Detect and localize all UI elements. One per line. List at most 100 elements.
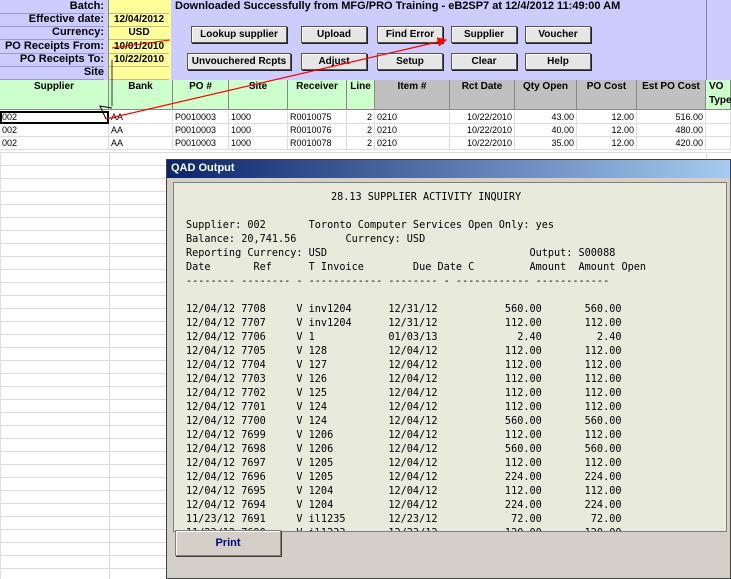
cell-item-number[interactable]: 0210 <box>375 124 450 137</box>
balance-line: Balance: 20,741.56 Currency: USD <box>186 234 426 245</box>
cell-po-cost[interactable]: 12.00 <box>577 111 637 124</box>
cell-receiver[interactable]: R0010078 <box>288 137 347 150</box>
supplier-info-line: Supplier: 002 Toronto Computer Services … <box>186 220 555 231</box>
cell-bank[interactable]: AA <box>109 124 173 137</box>
right-panel-strip <box>706 0 731 80</box>
report-row: 12/04/12 7703 V 126 12/04/12 112.00 112.… <box>186 374 622 385</box>
cell-qty-open[interactable]: 43.00 <box>515 111 577 124</box>
cell-item-number[interactable]: 0210 <box>375 137 450 150</box>
report-row: 12/04/12 7702 V 125 12/04/12 112.00 112.… <box>186 388 622 399</box>
currency-field[interactable]: USD <box>109 26 169 40</box>
cell-vo-type[interactable] <box>706 137 731 150</box>
po-receipts-from-field[interactable]: 10/01/2010 <box>109 40 169 54</box>
po-receipts-to-label: PO Receipts To: <box>0 53 104 67</box>
cell-est-po-cost[interactable]: 480.00 <box>637 124 706 137</box>
effective-date-field[interactable]: 12/04/2012 <box>109 13 169 27</box>
po-receipts-to-field[interactable]: 10/22/2010 <box>109 53 169 67</box>
cell-receiver[interactable]: R0010075 <box>288 111 347 124</box>
po-receipts-from-label: PO Receipts From: <box>0 40 104 54</box>
toolbar: Downloaded Successfully from MFG/PRO Tra… <box>171 0 706 80</box>
cell-site[interactable]: 1000 <box>229 111 288 124</box>
report-row: 12/04/12 7706 V 1 01/03/13 2.40 2.40 <box>186 332 622 343</box>
cell-supplier[interactable]: 002 <box>0 137 109 150</box>
cell-rct-date[interactable]: 10/22/2010 <box>450 124 515 137</box>
cell-bank[interactable]: AA <box>109 111 173 124</box>
cell-item-number[interactable]: 0210 <box>375 111 450 124</box>
voucher-button[interactable]: Voucher <box>525 26 591 43</box>
setup-button[interactable]: Setup <box>377 53 443 70</box>
cell-po-cost[interactable]: 12.00 <box>577 137 637 150</box>
report-panel[interactable]: 28.13 SUPPLIER ACTIVITY INQUIRY​Supplier… <box>173 182 727 532</box>
supplier-button[interactable]: Supplier <box>451 26 517 43</box>
table-row[interactable]: 002 AA P0010003 1000 R0010075 2 0210 10/… <box>0 111 731 124</box>
report-column-header: Date Ref T Invoice Due Date C Amount Amo… <box>186 262 647 273</box>
col-supplier[interactable]: Supplier <box>0 80 109 110</box>
unvouchered-receipts-button[interactable]: Unvouchered Rcpts <box>187 53 291 70</box>
col-item-number[interactable]: Item # <box>375 80 450 110</box>
site-field[interactable] <box>109 66 169 80</box>
report-row: 11/23/12 7691 V il1235 12/23/12 72.00 72… <box>186 514 622 525</box>
reporting-currency-line: Reporting Currency: USD Output: S00088 <box>186 248 616 259</box>
report-title: 28.13 SUPPLIER ACTIVITY INQUIRY <box>331 192 522 203</box>
cell-qty-open[interactable]: 40.00 <box>515 124 577 137</box>
report-rows: 12/04/12 7708 V inv1204 12/31/12 560.00 … <box>186 303 646 531</box>
cell-site[interactable]: 1000 <box>229 124 288 137</box>
qad-output-window[interactable]: QAD Output 28.13 SUPPLIER ACTIVITY INQUI… <box>166 159 731 579</box>
cell-supplier[interactable]: 002 <box>0 111 109 124</box>
report-row: 12/04/12 7707 V inv1204 12/31/12 112.00 … <box>186 318 622 329</box>
cell-vo-type[interactable] <box>706 111 731 124</box>
col-site[interactable]: Site <box>229 80 288 110</box>
cell-po-cost[interactable]: 12.00 <box>577 124 637 137</box>
cell-receiver[interactable]: R0010076 <box>288 124 347 137</box>
cell-po-number[interactable]: P0010003 <box>173 137 229 150</box>
cell-line[interactable]: 2 <box>347 124 375 137</box>
batch-label: Batch: <box>0 0 104 14</box>
site-label: Site <box>0 66 104 80</box>
window-titlebar[interactable]: QAD Output <box>167 160 730 178</box>
batch-field[interactable] <box>109 0 169 14</box>
col-bank[interactable]: Bank <box>109 80 173 110</box>
report-row: 12/04/12 7697 V 1205 12/04/12 112.00 112… <box>186 458 622 469</box>
table-row[interactable]: 002 AA P0010003 1000 R0010076 2 0210 10/… <box>0 124 731 137</box>
col-po-cost[interactable]: PO Cost <box>577 80 637 110</box>
print-button[interactable]: Print <box>175 530 281 556</box>
cell-line[interactable]: 2 <box>347 111 375 124</box>
col-line[interactable]: Line <box>347 80 375 110</box>
effective-date-label: Effective date: <box>0 13 104 27</box>
cell-est-po-cost[interactable]: 516.00 <box>637 111 706 124</box>
currency-label: Currency: <box>0 26 104 40</box>
col-qty-open[interactable]: Qty Open <box>515 80 577 110</box>
report-row: 12/04/12 7705 V 128 12/04/12 112.00 112.… <box>186 346 622 357</box>
cell-site[interactable]: 1000 <box>229 137 288 150</box>
report-row: 12/04/12 7704 V 127 12/04/12 112.00 112.… <box>186 360 622 371</box>
cell-po-number[interactable]: P0010003 <box>173 111 229 124</box>
col-receiver[interactable]: Receiver <box>288 80 347 110</box>
cell-rct-date[interactable]: 10/22/2010 <box>450 137 515 150</box>
cell-rct-date[interactable]: 10/22/2010 <box>450 111 515 124</box>
col-rct-date[interactable]: Rct Date <box>450 80 515 110</box>
help-button[interactable]: Help <box>525 53 591 70</box>
table-row[interactable]: 002 AA P0010003 1000 R0010078 2 0210 10/… <box>0 137 731 150</box>
form-labels-panel: Batch: Effective date: Currency: PO Rece… <box>0 0 108 80</box>
cell-line[interactable]: 2 <box>347 137 375 150</box>
report-row: 12/04/12 7698 V 1206 12/04/12 560.00 560… <box>186 444 622 455</box>
col-est-po-cost[interactable]: Est PO Cost <box>637 80 706 110</box>
report-text: 28.13 SUPPLIER ACTIVITY INQUIRY​Supplier… <box>186 191 647 531</box>
cell-supplier[interactable]: 002 <box>0 124 109 137</box>
report-row: 12/04/12 7701 V 124 12/04/12 112.00 112.… <box>186 402 622 413</box>
clear-button[interactable]: Clear <box>451 53 517 70</box>
grid-header: Supplier Bank PO # Site Receiver Line It… <box>0 80 731 110</box>
upload-button[interactable]: Upload <box>301 26 367 43</box>
cell-vo-type[interactable] <box>706 124 731 137</box>
cell-qty-open[interactable]: 35.00 <box>515 137 577 150</box>
cell-bank[interactable]: AA <box>109 137 173 150</box>
adjust-button[interactable]: Adjust <box>301 53 367 70</box>
lookup-supplier-button[interactable]: Lookup supplier <box>191 26 287 43</box>
col-vo-type[interactable]: VO Type <box>706 80 731 110</box>
col-po-number[interactable]: PO # <box>173 80 229 110</box>
find-error-button[interactable]: Find Error <box>377 26 443 43</box>
cell-po-number[interactable]: P0010003 <box>173 124 229 137</box>
cell-est-po-cost[interactable]: 420.00 <box>637 137 706 150</box>
report-row: 12/04/12 7699 V 1206 12/04/12 112.00 112… <box>186 430 622 441</box>
report-row: 12/04/12 7708 V inv1204 12/31/12 560.00 … <box>186 304 622 315</box>
